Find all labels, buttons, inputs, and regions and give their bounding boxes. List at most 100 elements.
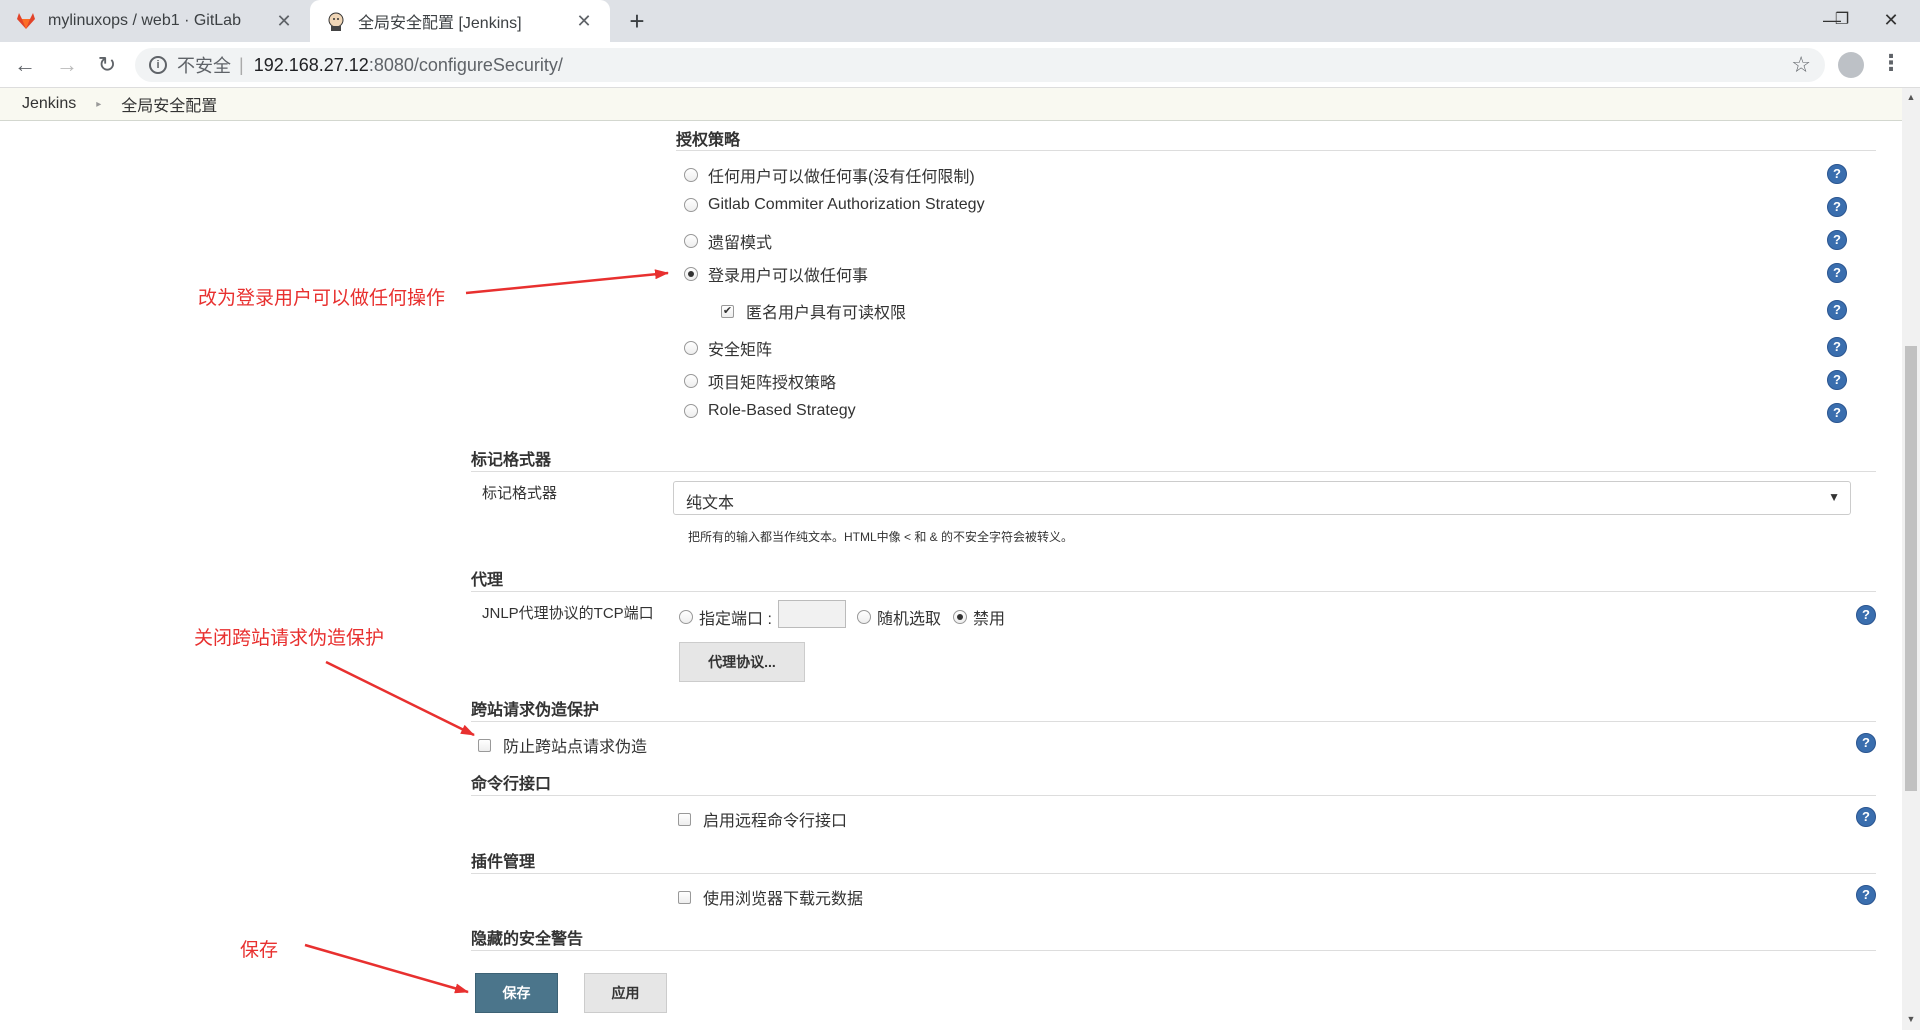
radio-button[interactable] [857, 610, 871, 624]
radio-button-selected[interactable] [953, 610, 967, 624]
section-divider [471, 721, 1876, 722]
close-icon[interactable]: ✕ [274, 11, 294, 32]
help-icon[interactable]: ? [1827, 164, 1847, 184]
anonymous-read-option[interactable]: ✔ 匿名用户具有可读权限 [721, 299, 906, 323]
port-option-random[interactable]: 随机选取 [857, 605, 941, 629]
help-icon[interactable]: ? [1856, 807, 1876, 827]
port-option-disabled[interactable]: 禁用 [953, 605, 1005, 629]
auth-option-anyone[interactable]: 任何用户可以做任何事(没有任何限制) [684, 163, 975, 187]
csrf-section-title: 跨站请求伪造保护 [471, 702, 600, 719]
apply-button[interactable]: 应用 [584, 973, 667, 1013]
help-icon[interactable]: ? [1827, 403, 1847, 423]
page-scrollbar[interactable]: ▲ ▼ [1902, 88, 1920, 1030]
section-divider [471, 950, 1876, 951]
port-option-fixed[interactable]: 指定端口 : [679, 605, 772, 629]
tab-title: mylinuxops / web1 · GitLab [48, 12, 241, 29]
auth-option-gitlab[interactable]: Gitlab Commiter Authorization Strategy [684, 196, 985, 214]
checkbox[interactable] [478, 738, 491, 752]
close-window-button[interactable]: ✕ [1862, 0, 1920, 42]
auth-option-matrix[interactable]: 安全矩阵 [684, 336, 772, 360]
checkbox[interactable] [678, 812, 691, 826]
help-icon[interactable]: ? [1856, 885, 1876, 905]
radio-button[interactable] [684, 374, 698, 388]
plugin-metadata-label: 使用浏览器下载元数据 [703, 891, 864, 908]
help-icon[interactable]: ? [1856, 733, 1876, 753]
annotation-auth: 改为登录用户可以做任何操作 [198, 288, 446, 309]
auth-option-project-matrix[interactable]: 项目矩阵授权策略 [684, 369, 836, 393]
auth-option-label: 任何用户可以做任何事(没有任何限制) [708, 169, 975, 186]
proxy-section-title: 代理 [471, 572, 504, 589]
section-divider [471, 795, 1876, 796]
breadcrumb-security[interactable]: 全局安全配置 [121, 92, 217, 116]
auth-option-legacy[interactable]: 遗留模式 [684, 229, 772, 253]
help-icon[interactable]: ? [1827, 370, 1847, 390]
tab-gitlab[interactable]: mylinuxops / web1 · GitLab ✕ [0, 0, 310, 42]
profile-avatar[interactable] [1838, 52, 1864, 78]
arrow-to-csrf-checkbox [325, 660, 475, 737]
scroll-down-icon[interactable]: ▼ [1902, 1014, 1920, 1024]
save-button[interactable]: 保存 [475, 973, 558, 1013]
help-icon[interactable]: ? [1856, 605, 1876, 625]
info-icon[interactable]: i [149, 56, 167, 74]
maximize-button[interactable]: ❐ [1822, 0, 1862, 42]
bookmark-star-icon[interactable]: ☆ [1791, 52, 1811, 78]
auth-option-label: 登录用户可以做任何事 [708, 268, 869, 285]
port-input[interactable] [778, 600, 846, 628]
jnlp-port-label: JNLP代理协议的TCP端口 [482, 605, 654, 622]
back-arrow-icon[interactable]: ← [10, 50, 40, 80]
markup-field-label: 标记格式器 [482, 485, 558, 502]
section-divider [471, 591, 1876, 592]
csrf-option[interactable]: 防止跨站点请求伪造 [478, 733, 647, 757]
authorization-section-title: 授权策略 [676, 132, 741, 149]
radio-button[interactable] [684, 341, 698, 355]
auth-option-role-based[interactable]: Role-Based Strategy [684, 402, 856, 420]
help-icon[interactable]: ? [1827, 263, 1847, 283]
radio-button-selected[interactable] [684, 267, 698, 281]
close-icon[interactable]: ✕ [574, 11, 594, 32]
help-icon[interactable]: ? [1827, 300, 1847, 320]
section-divider [471, 471, 1876, 472]
markup-formatter-select[interactable]: 纯文本 ▼ [673, 481, 1851, 515]
radio-button[interactable] [684, 198, 698, 212]
scroll-up-icon[interactable]: ▲ [1902, 92, 1920, 102]
address-host: 192.168.27.12 [253, 54, 369, 75]
help-icon[interactable]: ? [1827, 230, 1847, 250]
cli-option-label: 启用远程命令行接口 [703, 813, 848, 830]
plugins-section-title: 插件管理 [471, 854, 536, 871]
help-icon[interactable]: ? [1827, 197, 1847, 217]
port-option-label: 指定端口 : [699, 611, 772, 628]
hidden-warnings-section-title: 隐藏的安全警告 [471, 931, 584, 948]
auth-option-label: Role-Based Strategy [708, 402, 856, 419]
scroll-thumb[interactable] [1905, 346, 1917, 791]
browser-menu-icon[interactable]: ⋮ [1880, 50, 1902, 76]
select-value: 纯文本 [686, 495, 735, 512]
radio-button[interactable] [684, 168, 698, 182]
annotation-save: 保存 [240, 940, 279, 961]
checkbox-checked[interactable]: ✔ [721, 304, 734, 318]
arrow-to-logged-in-option [465, 269, 669, 295]
address-bar[interactable]: i 不安全 | 192.168.27.12 :8080/configureSec… [135, 48, 1825, 82]
auth-option-label: 遗留模式 [708, 235, 773, 252]
cli-option[interactable]: 启用远程命令行接口 [678, 807, 847, 831]
address-toolbar: ← → ↻ i 不安全 | 192.168.27.12 :8080/config… [0, 42, 1920, 88]
tab-jenkins[interactable]: 全局安全配置 [Jenkins] ✕ [310, 0, 610, 42]
radio-button[interactable] [679, 610, 693, 624]
new-tab-button[interactable]: + [622, 6, 652, 36]
radio-button[interactable] [684, 234, 698, 248]
section-divider [471, 873, 1876, 874]
auth-option-logged-in[interactable]: 登录用户可以做任何事 [684, 262, 868, 286]
gitlab-fox-icon [17, 13, 35, 29]
checkbox[interactable] [678, 890, 691, 904]
agent-protocols-button[interactable]: 代理协议... [679, 642, 805, 682]
cli-section-title: 命令行接口 [471, 776, 552, 793]
breadcrumb-jenkins[interactable]: Jenkins [22, 95, 76, 113]
plugin-metadata-option[interactable]: 使用浏览器下载元数据 [678, 885, 863, 909]
chevron-down-icon: ▼ [1828, 490, 1840, 504]
arrow-to-save-button [304, 943, 469, 994]
jenkins-butler-icon [328, 12, 344, 31]
reload-icon[interactable]: ↻ [92, 50, 122, 80]
forward-arrow-icon[interactable]: → [52, 50, 82, 80]
help-icon[interactable]: ? [1827, 337, 1847, 357]
markup-section-title: 标记格式器 [471, 452, 552, 469]
radio-button[interactable] [684, 404, 698, 418]
